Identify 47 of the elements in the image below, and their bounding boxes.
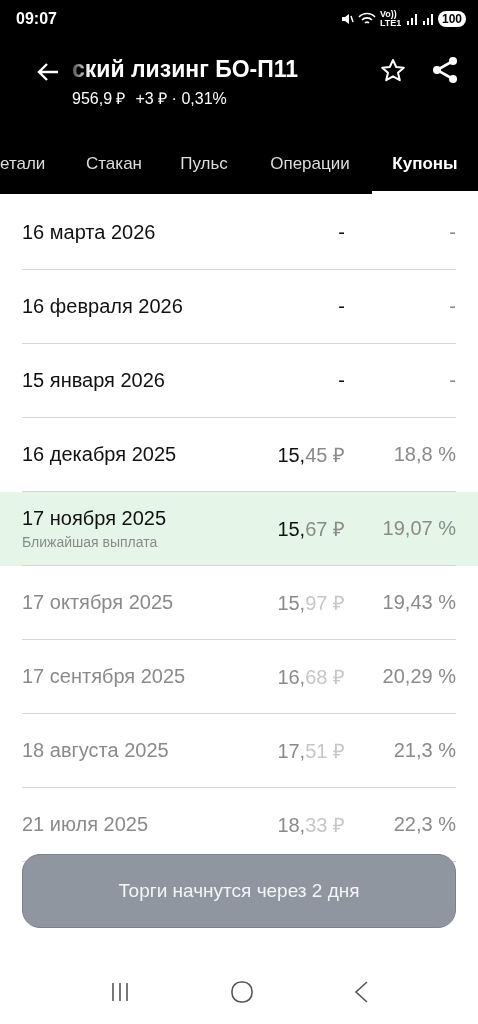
coupon-amount: 15,45 ₽	[277, 444, 345, 466]
coupon-yield: 22,3 %	[393, 813, 456, 835]
coupon-yield: 19,43 %	[382, 591, 456, 613]
coupon-yield: -	[449, 295, 456, 317]
coupon-date: 18 августа 2025	[22, 739, 169, 761]
coupon-yield: 20,29 %	[382, 665, 456, 687]
coupon-date: 16 февраля 2026	[22, 295, 183, 317]
coupon-yield: -	[449, 369, 456, 391]
coupon-amount: 15,97 ₽	[277, 592, 345, 614]
battery-level: 100	[437, 11, 466, 27]
coupon-date: 16 декабря 2025	[22, 443, 177, 465]
coupon-yield: -	[449, 221, 456, 243]
coupon-date: 16 марта 2026	[22, 221, 156, 243]
next-payment-note: Ближайшая выплата	[22, 534, 159, 550]
back-nav-icon[interactable]	[352, 980, 369, 1004]
star-icon[interactable]	[380, 58, 406, 84]
instrument-title: ский лизинг БО-П11	[72, 56, 300, 83]
tab[interactable]: Операции	[248, 140, 372, 194]
coupon-date: 15 января 2026	[22, 369, 165, 391]
tab[interactable]: Пульс	[160, 140, 248, 194]
coupon-yield: 18,8 %	[393, 443, 456, 465]
signal-icon	[405, 13, 418, 25]
coupon-amount: -	[338, 369, 345, 391]
coupon-amount: 15,67 ₽	[277, 518, 345, 540]
coupon-yield: 19,07 %	[382, 517, 456, 539]
tab[interactable]: Купоны	[372, 140, 478, 194]
price-change: +3 ₽ · 0,31%	[135, 89, 227, 109]
coupon-amount: -	[338, 295, 345, 317]
coupon-amount: 18,33 ₽	[277, 814, 345, 836]
clock-time: 09:07	[16, 10, 57, 28]
share-icon[interactable]	[432, 56, 458, 84]
tab[interactable]: етали	[0, 140, 52, 194]
wifi-icon	[357, 12, 376, 26]
mute-icon	[339, 12, 354, 26]
coupon-yield: 21,3 %	[393, 739, 456, 761]
signal-icon	[421, 13, 434, 25]
volte-label: Vo)) LTE1	[379, 10, 402, 28]
coupon-amount: 17,51 ₽	[277, 740, 345, 762]
coupon-date: 21 июля 2025	[22, 813, 149, 835]
coupon-date: 17 сентября 2025	[22, 665, 186, 687]
coupon-date: 17 ноября 2025	[22, 507, 167, 529]
coupon-amount: -	[338, 221, 345, 243]
coupon-amount: 16,68 ₽	[277, 666, 345, 688]
coupon-date: 17 октября 2025	[22, 591, 174, 613]
home-icon[interactable]	[230, 980, 254, 1004]
price-label: 956,9 ₽	[72, 89, 126, 109]
tab[interactable]: Стакан	[68, 140, 160, 194]
